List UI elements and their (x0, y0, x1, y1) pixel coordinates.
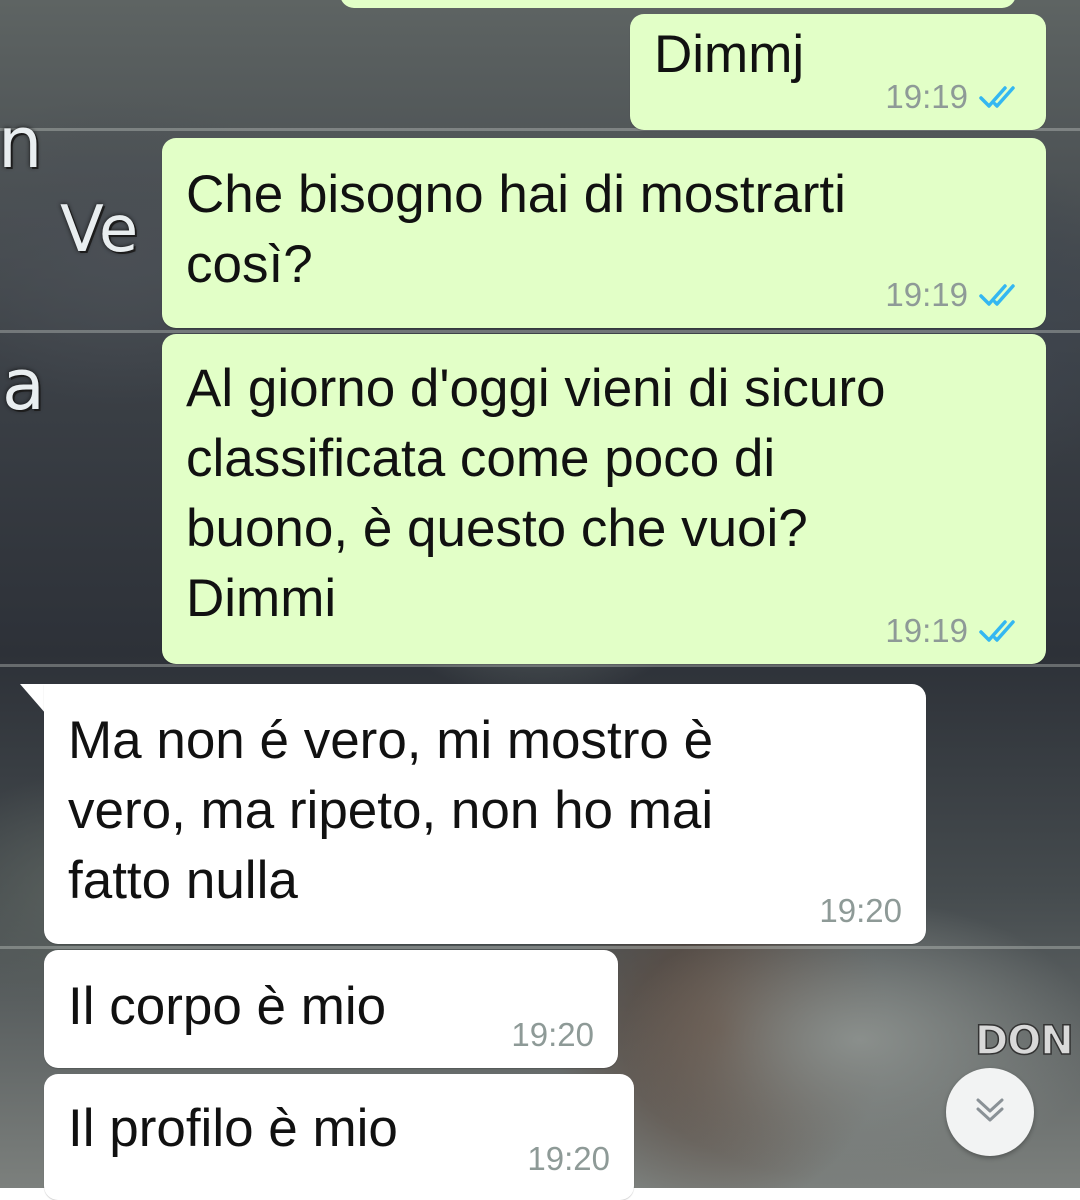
chevron-double-down-icon (970, 1090, 1010, 1135)
double-check-icon (978, 618, 1022, 644)
message-time: 19:20 (511, 1016, 594, 1053)
wallpaper-caption: Ve (60, 193, 139, 267)
wallpaper-divider (0, 946, 1080, 949)
message-bubble-outgoing[interactable]: Al giorno d'oggi vieni di sicuro classif… (162, 334, 1046, 664)
wallpaper-caption: a (2, 344, 45, 426)
bubble-tail (20, 684, 46, 714)
message-text: Al giorno d'oggi vieni di sicuro classif… (186, 359, 886, 628)
scroll-to-bottom-button[interactable] (946, 1068, 1034, 1156)
message-text: Che bisogno hai di mostrarti così? (186, 165, 846, 294)
message-bubble-outgoing[interactable]: Che bisogno hai di mostrarti così? 19:19 (162, 138, 1046, 328)
message-bubble-incoming[interactable]: Il corpo è mio 19:20 (44, 950, 618, 1068)
message-bubble-incoming[interactable]: Ma non é vero, mi mostro è vero, ma ripe… (44, 684, 926, 944)
message-time: 19:19 (885, 78, 968, 115)
previous-message-bubble[interactable] (340, 0, 1016, 8)
message-text: Il profilo è mio (68, 1099, 398, 1158)
message-text: Il corpo è mio (68, 977, 387, 1036)
wallpaper-caption: DON (974, 1017, 1074, 1065)
wallpaper-divider (0, 664, 1080, 667)
double-check-icon (978, 282, 1022, 308)
message-bubble-incoming[interactable]: Il profilo è mio 19:20 (44, 1074, 634, 1200)
message-meta: 19:19 (885, 612, 1022, 650)
wallpaper-caption: n (0, 102, 43, 184)
message-text: Ma non é vero, mi mostro è vero, ma ripe… (68, 711, 714, 910)
message-meta: 19:20 (511, 1016, 594, 1054)
message-time: 19:20 (819, 892, 902, 929)
message-time: 19:19 (885, 612, 968, 649)
wallpaper-divider (0, 330, 1080, 333)
message-time: 19:19 (885, 276, 968, 313)
message-time: 19:20 (527, 1140, 610, 1177)
message-meta: 19:19 (885, 276, 1022, 314)
message-meta: 19:19 (885, 78, 1022, 116)
double-check-icon (978, 84, 1022, 110)
message-text: Dimmj (654, 25, 805, 84)
message-bubble-outgoing[interactable]: Dimmj 19:19 (630, 14, 1046, 130)
message-meta: 19:20 (819, 892, 902, 930)
message-meta: 19:20 (527, 1140, 610, 1178)
